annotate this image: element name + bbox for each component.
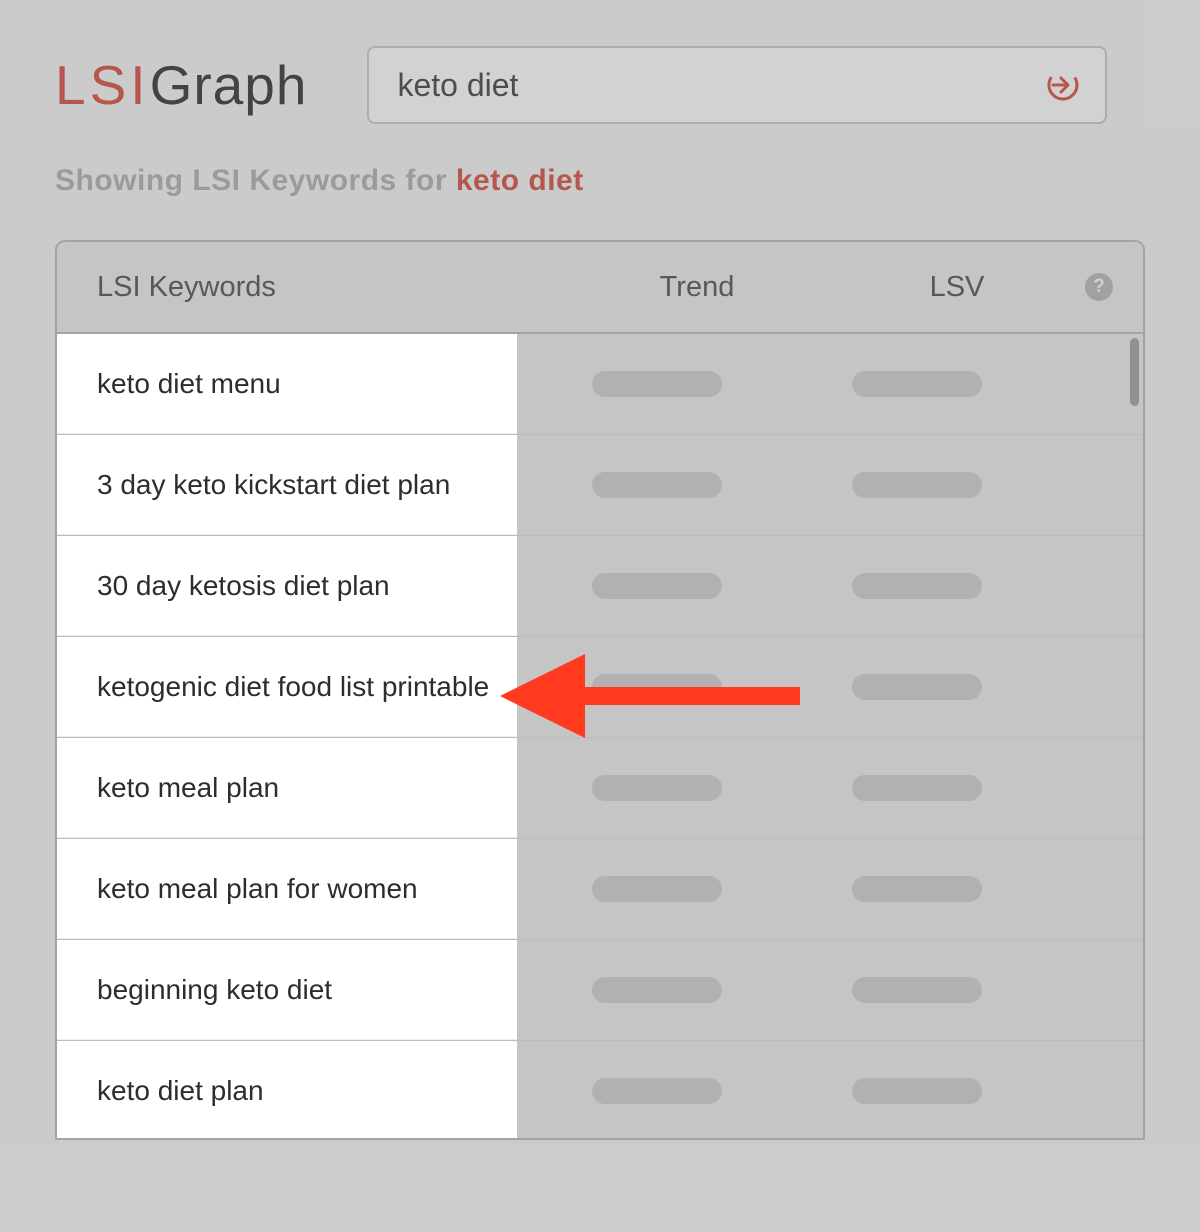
lsv-cell	[797, 371, 1037, 397]
brand-logo: LSIGraph	[55, 53, 307, 117]
header: LSIGraph	[0, 0, 1200, 124]
keyword-cell: keto meal plan for women	[57, 839, 517, 939]
loading-pill	[592, 775, 722, 801]
lsv-cell	[797, 472, 1037, 498]
table-row[interactable]: ketogenic diet food list printable	[57, 637, 1143, 738]
submit-arrow-icon[interactable]	[1043, 65, 1083, 105]
keyword-cell: beginning keto diet	[57, 940, 517, 1040]
brand-part1: LSI	[55, 54, 150, 116]
loading-pill	[852, 775, 982, 801]
trend-cell	[517, 1078, 797, 1104]
search-box[interactable]	[367, 46, 1107, 124]
subheading-term: keto diet	[456, 164, 584, 197]
loading-pill	[852, 674, 982, 700]
results-table: LSI Keywords Trend LSV ? keto diet menu …	[55, 240, 1145, 1140]
trend-cell	[517, 371, 797, 397]
loading-pill	[592, 573, 722, 599]
loading-pill	[592, 1078, 722, 1104]
lsv-cell	[797, 775, 1037, 801]
table-header-row: LSI Keywords Trend LSV ?	[57, 242, 1143, 334]
loading-pill	[592, 674, 722, 700]
table-body[interactable]: keto diet menu 3 day keto kickstart diet…	[57, 334, 1143, 1140]
keyword-cell: keto diet plan	[57, 1041, 517, 1140]
subheading-prefix: Showing LSI Keywords for	[55, 164, 456, 197]
col-header-lsv[interactable]: LSV	[837, 271, 1077, 304]
page-root: LSIGraph Showing LSI Keywords for keto d…	[0, 0, 1200, 1232]
loading-pill	[852, 371, 982, 397]
keyword-cell: keto diet menu	[57, 334, 517, 434]
table-row[interactable]: beginning keto diet	[57, 940, 1143, 1041]
keyword-cell: 30 day ketosis diet plan	[57, 536, 517, 636]
keyword-cell: ketogenic diet food list printable	[57, 637, 517, 737]
keyword-cell: keto meal plan	[57, 738, 517, 838]
trend-cell	[517, 775, 797, 801]
search-input[interactable]	[397, 67, 1043, 104]
help-icon[interactable]: ?	[1085, 273, 1113, 301]
lsv-cell	[797, 573, 1037, 599]
lsv-cell	[797, 876, 1037, 902]
lsv-cell	[797, 977, 1037, 1003]
loading-pill	[852, 472, 982, 498]
keyword-cell: 3 day keto kickstart diet plan	[57, 435, 517, 535]
results-subheading: Showing LSI Keywords for keto diet	[0, 124, 1200, 198]
brand-part2: Graph	[150, 54, 308, 116]
loading-pill	[592, 977, 722, 1003]
trend-cell	[517, 573, 797, 599]
table-row[interactable]: keto diet menu	[57, 334, 1143, 435]
trend-cell	[517, 977, 797, 1003]
loading-pill	[592, 472, 722, 498]
table-row[interactable]: keto meal plan	[57, 738, 1143, 839]
trend-cell	[517, 472, 797, 498]
table-row[interactable]: keto diet plan	[57, 1041, 1143, 1140]
loading-pill	[592, 371, 722, 397]
loading-pill	[852, 876, 982, 902]
col-header-keywords[interactable]: LSI Keywords	[57, 271, 557, 304]
table-row[interactable]: 30 day ketosis diet plan	[57, 536, 1143, 637]
lsv-cell	[797, 1078, 1037, 1104]
loading-pill	[852, 573, 982, 599]
trend-cell	[517, 674, 797, 700]
col-header-trend[interactable]: Trend	[557, 271, 837, 304]
scrollbar-thumb[interactable]	[1130, 338, 1139, 406]
loading-pill	[852, 1078, 982, 1104]
table-row[interactable]: 3 day keto kickstart diet plan	[57, 435, 1143, 536]
trend-cell	[517, 876, 797, 902]
lsv-cell	[797, 674, 1037, 700]
loading-pill	[592, 876, 722, 902]
loading-pill	[852, 977, 982, 1003]
table-row[interactable]: keto meal plan for women	[57, 839, 1143, 940]
